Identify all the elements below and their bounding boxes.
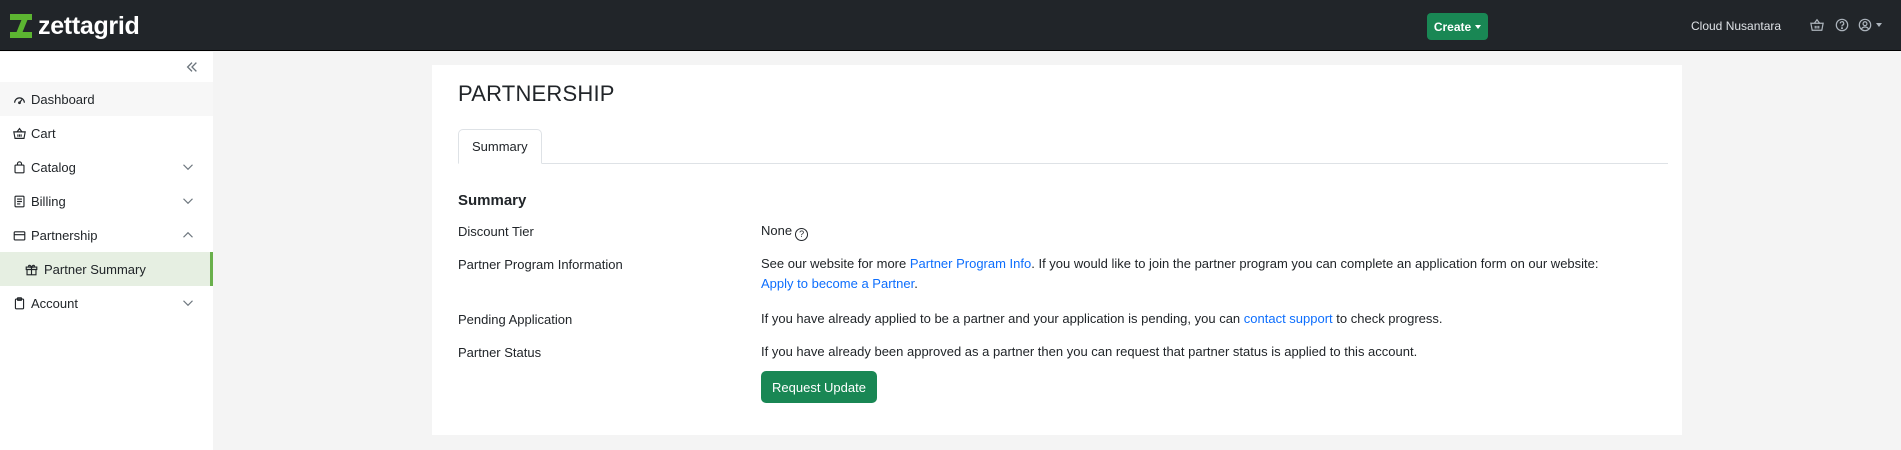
create-button[interactable]: Create bbox=[1427, 13, 1488, 40]
sidebar: Dashboard Cart Catalog Billing Partnersh… bbox=[0, 52, 213, 450]
discount-tier-label: Discount Tier bbox=[458, 224, 534, 239]
wallet-icon bbox=[12, 228, 26, 242]
page-title: PARTNERSHIP bbox=[458, 81, 615, 106]
program-info-text-after: . bbox=[914, 276, 918, 291]
account-name[interactable]: Cloud Nusantara bbox=[1691, 19, 1781, 33]
chevron-down-icon bbox=[182, 161, 194, 173]
chevron-down-icon bbox=[182, 195, 194, 207]
apply-partner-link[interactable]: Apply to become a Partner bbox=[761, 276, 914, 291]
logo-mark-icon bbox=[10, 14, 32, 38]
sidebar-item-catalog[interactable]: Catalog bbox=[0, 150, 213, 184]
discount-tier-text: None bbox=[761, 223, 793, 238]
user-menu[interactable] bbox=[1857, 17, 1883, 33]
partner-program-info-link[interactable]: Partner Program Info bbox=[910, 256, 1031, 271]
sidebar-item-label: Dashboard bbox=[31, 91, 95, 107]
sidebar-item-account[interactable]: Account bbox=[0, 286, 213, 320]
clipboard-icon bbox=[12, 296, 26, 310]
gift-icon bbox=[24, 262, 38, 276]
sidebar-item-label: Billing bbox=[31, 193, 66, 209]
user-circle-icon bbox=[1858, 18, 1872, 32]
pending-text-before: If you have already applied to be a part… bbox=[761, 311, 1244, 326]
sidebar-item-label: Partnership bbox=[31, 227, 98, 243]
chevron-up-icon bbox=[182, 229, 194, 241]
sidebar-item-partnership[interactable]: Partnership bbox=[0, 218, 213, 252]
sidebar-item-cart[interactable]: Cart bbox=[0, 116, 213, 150]
sidebar-item-billing[interactable]: Billing bbox=[0, 184, 213, 218]
pending-text-after: to check progress. bbox=[1332, 311, 1443, 326]
discount-tier-value: None? bbox=[761, 221, 1661, 241]
pending-application-value: If you have already applied to be a part… bbox=[761, 309, 1661, 329]
dashboard-icon bbox=[12, 92, 26, 106]
tab-summary[interactable]: Summary bbox=[458, 129, 542, 164]
sidebar-item-partner-summary[interactable]: Partner Summary bbox=[0, 252, 213, 286]
program-info-label: Partner Program Information bbox=[458, 257, 623, 272]
receipt-icon bbox=[12, 194, 26, 208]
caret-down-icon bbox=[1475, 24, 1482, 29]
partner-status-label: Partner Status bbox=[458, 345, 542, 360]
collapse-sidebar-icon[interactable] bbox=[185, 60, 201, 76]
logo-text: zettagrid bbox=[38, 11, 140, 40]
caret-down-icon bbox=[1876, 23, 1882, 27]
contact-support-link[interactable]: contact support bbox=[1244, 311, 1333, 326]
section-heading: Summary bbox=[458, 192, 527, 209]
basket-icon bbox=[12, 126, 26, 140]
sidebar-item-label: Cart bbox=[31, 125, 56, 141]
request-update-button[interactable]: Request Update bbox=[761, 371, 877, 403]
sidebar-item-label: Catalog bbox=[31, 159, 76, 175]
bag-icon bbox=[12, 160, 26, 174]
sidebar-item-dashboard[interactable]: Dashboard bbox=[0, 82, 213, 116]
zettagrid-logo[interactable]: zettagrid bbox=[10, 11, 140, 40]
program-info-text-before: See our website for more bbox=[761, 256, 910, 271]
create-button-label: Create bbox=[1433, 19, 1472, 34]
program-info-value: See our website for more Partner Program… bbox=[761, 254, 1661, 294]
sidebar-item-label: Partner Summary bbox=[44, 261, 146, 277]
partner-status-text: If you have already been approved as a p… bbox=[761, 344, 1418, 359]
help-icon[interactable] bbox=[1834, 17, 1850, 33]
top-navbar: zettagrid Create Cloud Nusantara bbox=[0, 0, 1901, 51]
help-tooltip-icon[interactable]: ? bbox=[795, 228, 809, 241]
sidebar-item-label: Account bbox=[31, 295, 78, 311]
basket-icon[interactable] bbox=[1809, 17, 1825, 33]
chevron-down-icon bbox=[182, 297, 194, 309]
program-info-text-middle: . If you would like to join the partner … bbox=[1031, 256, 1599, 271]
pending-application-label: Pending Application bbox=[458, 312, 573, 327]
partnership-card: PARTNERSHIP Summary Summary Discount Tie… bbox=[432, 65, 1682, 435]
tab-bar: Summary bbox=[458, 129, 1668, 164]
